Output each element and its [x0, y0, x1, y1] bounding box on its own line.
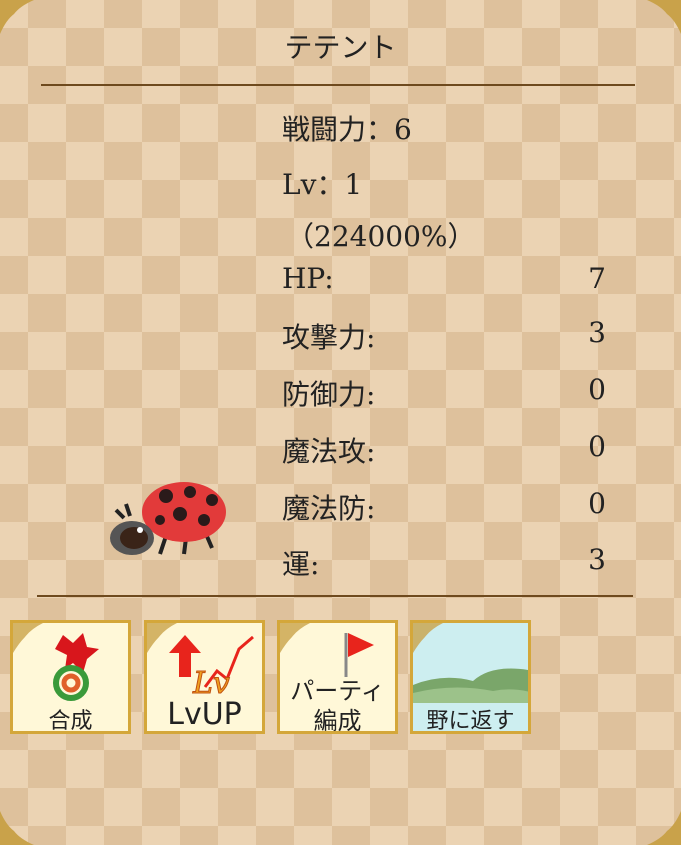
level-stat: Lv：1 [282, 168, 363, 201]
stat-value-attack: 3 [588, 316, 606, 349]
monster-name: テテント [284, 31, 397, 64]
fusion-label: 合成 [48, 709, 93, 734]
ornament-corner-icon [0, 811, 34, 845]
level-up-button[interactable]: Lv LvUP [144, 620, 265, 734]
party-formation-label-line2: 編成 [313, 707, 362, 734]
release-label: 野に返す [426, 709, 515, 734]
stat-label-luck: 運: [282, 548, 320, 581]
stat-label-magic-defense: 魔法防: [282, 492, 376, 525]
divider-top [41, 84, 635, 86]
stat-label-hp: HP: [282, 262, 334, 295]
stat-value-hp: 7 [588, 262, 606, 295]
stat-label-defense: 防御力: [282, 378, 376, 411]
stat-value-defense: 0 [588, 373, 606, 406]
power-stat: 戦闘力：6 [282, 113, 412, 146]
ornament-corner-icon [647, 811, 681, 845]
ornament-corner-icon [280, 623, 310, 653]
level-up-label: LvUP [167, 697, 242, 732]
release-button[interactable]: 野に返す [410, 620, 531, 734]
field-icon [413, 668, 528, 703]
svg-text:Lv: Lv [192, 666, 230, 699]
level-up-icon: Lv [169, 635, 254, 699]
stat-value-magic-defense: 0 [588, 487, 606, 520]
stat-value-magic-attack: 0 [588, 430, 606, 463]
exp-percent: （224000%） [286, 220, 476, 253]
divider-bottom [37, 595, 633, 597]
stat-label-attack: 攻撃力: [282, 321, 376, 354]
stat-label-magic-attack: 魔法攻: [282, 435, 376, 468]
stat-value-luck: 3 [588, 543, 606, 576]
fusion-button[interactable]: 合成 [10, 620, 131, 734]
ladybug-icon [110, 482, 226, 555]
fusion-icon [53, 633, 99, 701]
party-formation-button[interactable]: パーティ 編成 [277, 620, 398, 734]
